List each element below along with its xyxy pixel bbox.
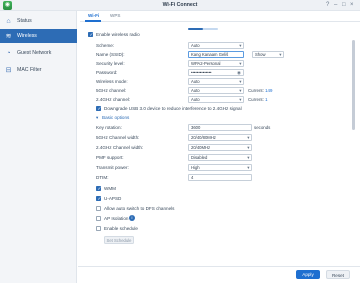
channel-24g-current: Current: 1 (248, 97, 268, 102)
scroll-progress (188, 28, 218, 30)
key-rotation-input[interactable]: 3600 (188, 124, 252, 131)
password-value: •••••••••••••• (191, 70, 212, 75)
sidebar: ⌂ Status ≋ Wireless ◔ Guest Network ⊟ MA… (0, 11, 77, 283)
channel-24g-select[interactable]: Auto (188, 96, 244, 103)
dtim-value: 4 (191, 175, 194, 180)
wireless-settings-form: Enable wireless radio Scheme: Auto Name … (80, 22, 354, 266)
ssid-label: Name (SSID): (96, 52, 125, 57)
password-input[interactable]: •••••••••••••• ◉ (188, 69, 244, 76)
usb3-label: Downgrade USB 3.0 device to reduce inter… (104, 106, 242, 111)
window-title: Wi-Fi Connect (162, 2, 198, 8)
status-icon: ⌂ (6, 17, 11, 25)
ssid-visibility-select[interactable]: Show (252, 51, 284, 58)
channel-width-5g-select[interactable]: 20/40/80MHz (188, 134, 252, 141)
wireless-mode-label: Wireless mode: (96, 79, 128, 84)
wireless-mode-select[interactable]: Auto (188, 78, 244, 85)
scroll-progress-fill (188, 28, 203, 30)
set-schedule-button[interactable]: Set Schedule (104, 236, 134, 244)
eye-icon[interactable]: ◉ (237, 70, 241, 76)
security-label: Security level: (96, 61, 125, 66)
sidebar-item-wireless[interactable]: ≋ Wireless (0, 29, 77, 43)
sidebar-item-status[interactable]: ⌂ Status (0, 14, 77, 28)
maximize-icon[interactable]: □ (342, 2, 346, 9)
channel-width-24g-select[interactable]: 20/40MHz (188, 144, 252, 151)
scrollbar[interactable] (352, 40, 355, 130)
sidebar-item-label: Guest Network (17, 50, 52, 56)
pmf-select[interactable]: Disabled (188, 154, 252, 161)
tab-wps[interactable]: WPS (110, 13, 120, 18)
current-label: Current: (248, 97, 264, 102)
uapsd-label: U-APSD (104, 196, 122, 201)
wireless-icon: ≋ (5, 32, 12, 40)
security-value: WPA2-Personal (191, 61, 221, 66)
channel-5g-value: Auto (191, 88, 200, 93)
dtim-input[interactable]: 4 (188, 174, 252, 181)
transmit-label: Transmit power: (96, 165, 129, 170)
apply-button[interactable]: Apply (296, 270, 320, 279)
channel-24g-value: Auto (191, 97, 200, 102)
app-window: ◉ Wi-Fi Connect ? – □ × ⌂ Status ≋ Wirel… (0, 0, 360, 283)
transmit-select[interactable]: High (188, 164, 252, 171)
current-label: Current: (248, 88, 264, 93)
channel-width-24g-label: 2.4GHz Channel width: (96, 145, 144, 150)
mac-filter-icon: ⊟ (5, 66, 12, 74)
current-value: 149 (265, 88, 273, 93)
footer-bar: Apply Reset (78, 266, 360, 283)
enable-radio-checkbox[interactable] (88, 32, 93, 38)
channel-5g-select[interactable]: Auto (188, 87, 244, 94)
ap-isolation-checkbox[interactable] (96, 216, 101, 221)
transmit-value: High (191, 165, 200, 170)
sidebar-item-guest-network[interactable]: ◔ Guest Network (0, 46, 77, 60)
minimize-icon[interactable]: – (334, 2, 337, 9)
key-rotation-unit: seconds (254, 125, 271, 130)
ssid-input[interactable]: Kang Kanaam Geliŝ (188, 51, 244, 58)
sidebar-item-label: Wireless (17, 33, 37, 39)
pmf-value: Disabled (191, 155, 208, 160)
title-bar: ◉ Wi-Fi Connect ? – □ × (0, 0, 360, 11)
key-rotation-label: Key rotation: (96, 125, 122, 130)
scheme-select[interactable]: Auto (188, 42, 244, 49)
channel-5g-current: Current: 149 (248, 88, 272, 93)
password-label: Password: (96, 70, 118, 75)
uapsd-checkbox[interactable] (96, 196, 101, 202)
wireless-mode-value: Auto (191, 79, 200, 84)
security-select[interactable]: WPA2-Personal (188, 60, 244, 67)
key-rotation-value: 3600 (191, 125, 201, 130)
sidebar-item-label: MAC Filter (17, 67, 42, 73)
schedule-label: Enable schedule (104, 226, 138, 231)
scheme-label: Scheme: (96, 43, 115, 48)
enable-radio-label: Enable wireless radio (96, 32, 140, 37)
ssid-visibility-value: Show (255, 52, 266, 57)
channel-5g-label: 5GHz channel: (96, 88, 127, 93)
channel-width-24g-value: 20/40MHz (191, 145, 211, 150)
current-value: 1 (265, 97, 268, 102)
tab-wifi[interactable]: Wi-Fi (88, 13, 99, 18)
guest-network-icon: ◔ (6, 49, 11, 57)
auto-dfs-checkbox[interactable] (96, 206, 101, 211)
chevron-down-icon[interactable]: ▾ (96, 115, 98, 121)
sidebar-item-mac-filter[interactable]: ⊟ MAC Filter (0, 63, 77, 77)
channel-width-5g-label: 5GHz Channel width: (96, 135, 140, 140)
usb3-checkbox[interactable] (96, 106, 101, 112)
reset-button[interactable]: Reset (326, 270, 350, 279)
wmm-label: WMM (104, 186, 116, 191)
wmm-checkbox[interactable] (96, 186, 101, 192)
schedule-checkbox[interactable] (96, 226, 101, 231)
close-icon[interactable]: × (350, 2, 354, 9)
dtim-label: DTIM: (96, 175, 109, 180)
basic-options-toggle[interactable]: Basic options (102, 115, 129, 120)
tab-bar: Wi-Fi WPS (80, 11, 360, 22)
auto-dfs-label: Allow auto switch to DFS channels (104, 206, 175, 211)
pmf-label: PMF support: (96, 155, 124, 160)
ap-isolation-label: AP Isolation (104, 216, 129, 221)
scheme-value: Auto (191, 43, 200, 48)
channel-24g-label: 2.4GHz channel: (96, 97, 131, 102)
sidebar-item-label: Status (17, 18, 32, 24)
info-icon[interactable]: i (129, 215, 135, 221)
ssid-value: Kang Kanaam Geliŝ (191, 52, 229, 57)
channel-width-5g-value: 20/40/80MHz (191, 135, 216, 140)
help-icon[interactable]: ? (326, 2, 329, 9)
